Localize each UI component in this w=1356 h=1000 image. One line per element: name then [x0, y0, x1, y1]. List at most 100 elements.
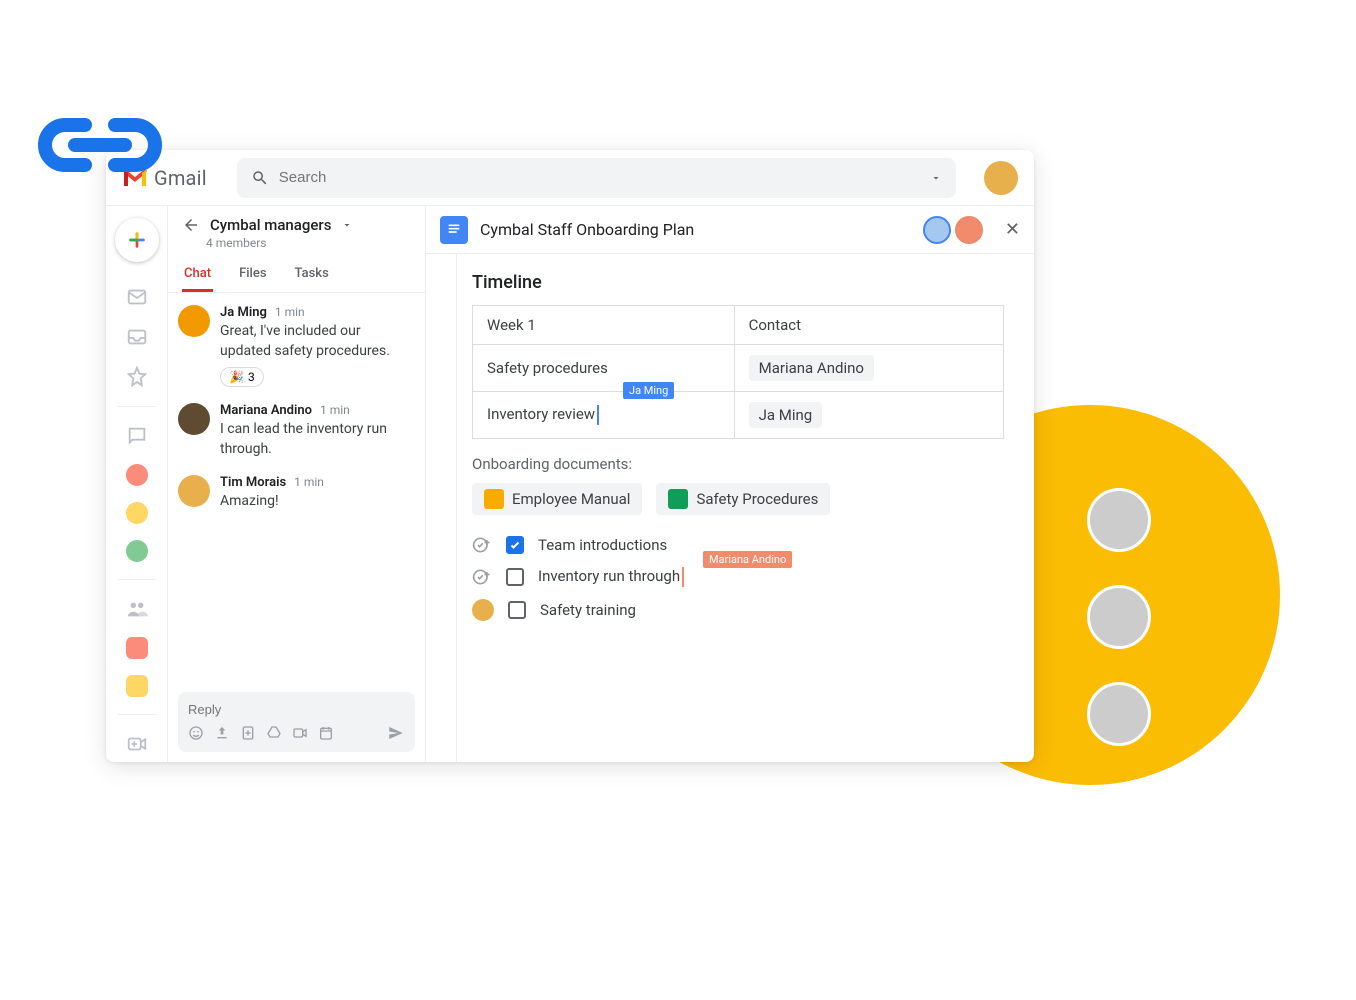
nav-rail	[106, 206, 168, 762]
search-bar[interactable]	[237, 158, 956, 198]
reaction-count: 3	[248, 370, 255, 384]
decorative-avatar	[1087, 585, 1151, 649]
space-red[interactable]	[126, 637, 148, 659]
checklist-label: Team introductions	[538, 536, 667, 554]
tab-tasks[interactable]: Tasks	[293, 258, 331, 292]
avatar	[178, 403, 210, 435]
table-cell[interactable]: Ja Ming	[734, 392, 1003, 439]
decorative-avatar	[1087, 682, 1151, 746]
checklist-item: Safety training	[472, 599, 1004, 621]
timeline-table: Week 1 Contact Safety procedures Mariana…	[472, 305, 1004, 439]
checkbox[interactable]	[506, 536, 524, 554]
message-time: 1 min	[320, 403, 350, 417]
collaborator-cursor: Mariana Andino	[703, 551, 792, 568]
message-time: 1 min	[294, 475, 324, 489]
sender-name: Mariana Andino	[220, 403, 312, 418]
reply-input[interactable]	[188, 702, 405, 717]
table-cell[interactable]: Safety procedures	[473, 345, 735, 392]
video-icon[interactable]	[292, 725, 308, 741]
sender-name: Tim Morais	[220, 475, 286, 490]
calendar-icon[interactable]	[318, 725, 334, 741]
chevron-down-icon[interactable]	[341, 219, 353, 231]
reaction-chip[interactable]: 🎉 3	[220, 367, 264, 387]
app-header: Gmail	[106, 150, 1034, 206]
doc-header: Cymbal Staff Onboarding Plan ✕	[426, 206, 1034, 254]
decorative-avatar	[1087, 488, 1151, 552]
upload-icon[interactable]	[214, 725, 230, 741]
room-name: Cymbal managers	[210, 216, 331, 234]
reply-box	[178, 692, 415, 752]
meet-icon[interactable]	[124, 731, 150, 757]
message-text: Great, I've included our updated safety …	[220, 322, 415, 361]
close-icon[interactable]: ✕	[1005, 219, 1020, 240]
drive-icon[interactable]	[266, 725, 282, 741]
message-list: Ja Ming 1 min Great, I've included our u…	[168, 293, 425, 692]
checklist-label: Inventory run through	[538, 567, 680, 585]
avatar	[178, 475, 210, 507]
chat-message: Ja Ming 1 min Great, I've included our u…	[178, 305, 415, 387]
status-dot-red[interactable]	[126, 464, 148, 486]
section-heading: Timeline	[472, 272, 1004, 293]
chat-header: Cymbal managers	[168, 206, 425, 236]
chat-panel: Cymbal managers 4 members Chat Files Tas…	[168, 206, 426, 762]
dropdown-icon[interactable]	[930, 172, 942, 184]
tab-chat[interactable]: Chat	[182, 258, 213, 292]
checklist-item: Inventory run through Mariana Andino	[472, 567, 1004, 587]
add-task-icon[interactable]	[472, 567, 492, 587]
sheets-icon	[668, 489, 688, 509]
account-avatar[interactable]	[984, 161, 1018, 195]
message-text: I can lead the inventory run through.	[220, 420, 415, 459]
reaction-emoji: 🎉	[229, 370, 244, 384]
chat-tabs: Chat Files Tasks	[168, 258, 425, 293]
collaborator-cursor: Ja Ming	[623, 382, 674, 399]
table-cell[interactable]: Mariana Andino	[734, 345, 1003, 392]
assignee-avatar[interactable]	[472, 599, 494, 621]
sender-name: Ja Ming	[220, 305, 267, 320]
inbox-icon[interactable]	[124, 324, 150, 350]
reply-toolbar	[188, 724, 405, 742]
table-header: Contact	[734, 306, 1003, 345]
table-header: Week 1	[473, 306, 735, 345]
spaces-icon[interactable]	[124, 596, 150, 622]
table-cell[interactable]: Inventory review Ja Ming	[473, 392, 735, 439]
link-icon	[30, 110, 170, 180]
drive-file-icon[interactable]	[240, 725, 256, 741]
avatar	[178, 305, 210, 337]
chat-message: Mariana Andino 1 min I can lead the inve…	[178, 403, 415, 459]
tab-files[interactable]: Files	[237, 258, 268, 292]
add-task-icon[interactable]	[472, 535, 492, 555]
checkbox[interactable]	[506, 568, 524, 586]
emoji-icon[interactable]	[188, 725, 204, 741]
checkbox[interactable]	[508, 601, 526, 619]
star-icon[interactable]	[124, 364, 150, 390]
message-text: Amazing!	[220, 492, 415, 512]
collaborator-avatar[interactable]	[923, 216, 951, 244]
sheets-link[interactable]: Safety Procedures	[656, 483, 830, 515]
search-icon	[251, 169, 269, 187]
mention-chip[interactable]: Ja Ming	[749, 402, 823, 428]
member-count: 4 members	[168, 236, 425, 250]
mail-icon[interactable]	[124, 284, 150, 310]
back-icon[interactable]	[182, 216, 200, 234]
mention-chip[interactable]: Mariana Andino	[749, 355, 874, 381]
collaborator-avatar[interactable]	[955, 216, 983, 244]
docs-icon	[440, 216, 468, 244]
send-icon[interactable]	[387, 724, 405, 742]
slides-icon	[484, 489, 504, 509]
search-input[interactable]	[279, 169, 920, 186]
checklist-label: Safety training	[540, 601, 636, 619]
space-yellow[interactable]	[126, 675, 148, 697]
onboarding-label: Onboarding documents:	[472, 455, 1004, 473]
doc-title: Cymbal Staff Onboarding Plan	[480, 220, 919, 239]
gmail-window: Gmail	[106, 150, 1034, 762]
slides-link[interactable]: Employee Manual	[472, 483, 642, 515]
message-time: 1 min	[275, 305, 305, 319]
status-dot-green[interactable]	[126, 540, 148, 562]
doc-panel: Cymbal Staff Onboarding Plan ✕ Timeline …	[426, 206, 1034, 762]
doc-body: Timeline Week 1 Contact Safety procedure…	[426, 254, 1034, 762]
chat-icon[interactable]	[124, 423, 150, 449]
compose-button[interactable]	[115, 218, 159, 262]
chat-message: Tim Morais 1 min Amazing!	[178, 475, 415, 512]
doc-links: Employee Manual Safety Procedures	[472, 483, 1004, 515]
status-dot-yellow[interactable]	[126, 502, 148, 524]
